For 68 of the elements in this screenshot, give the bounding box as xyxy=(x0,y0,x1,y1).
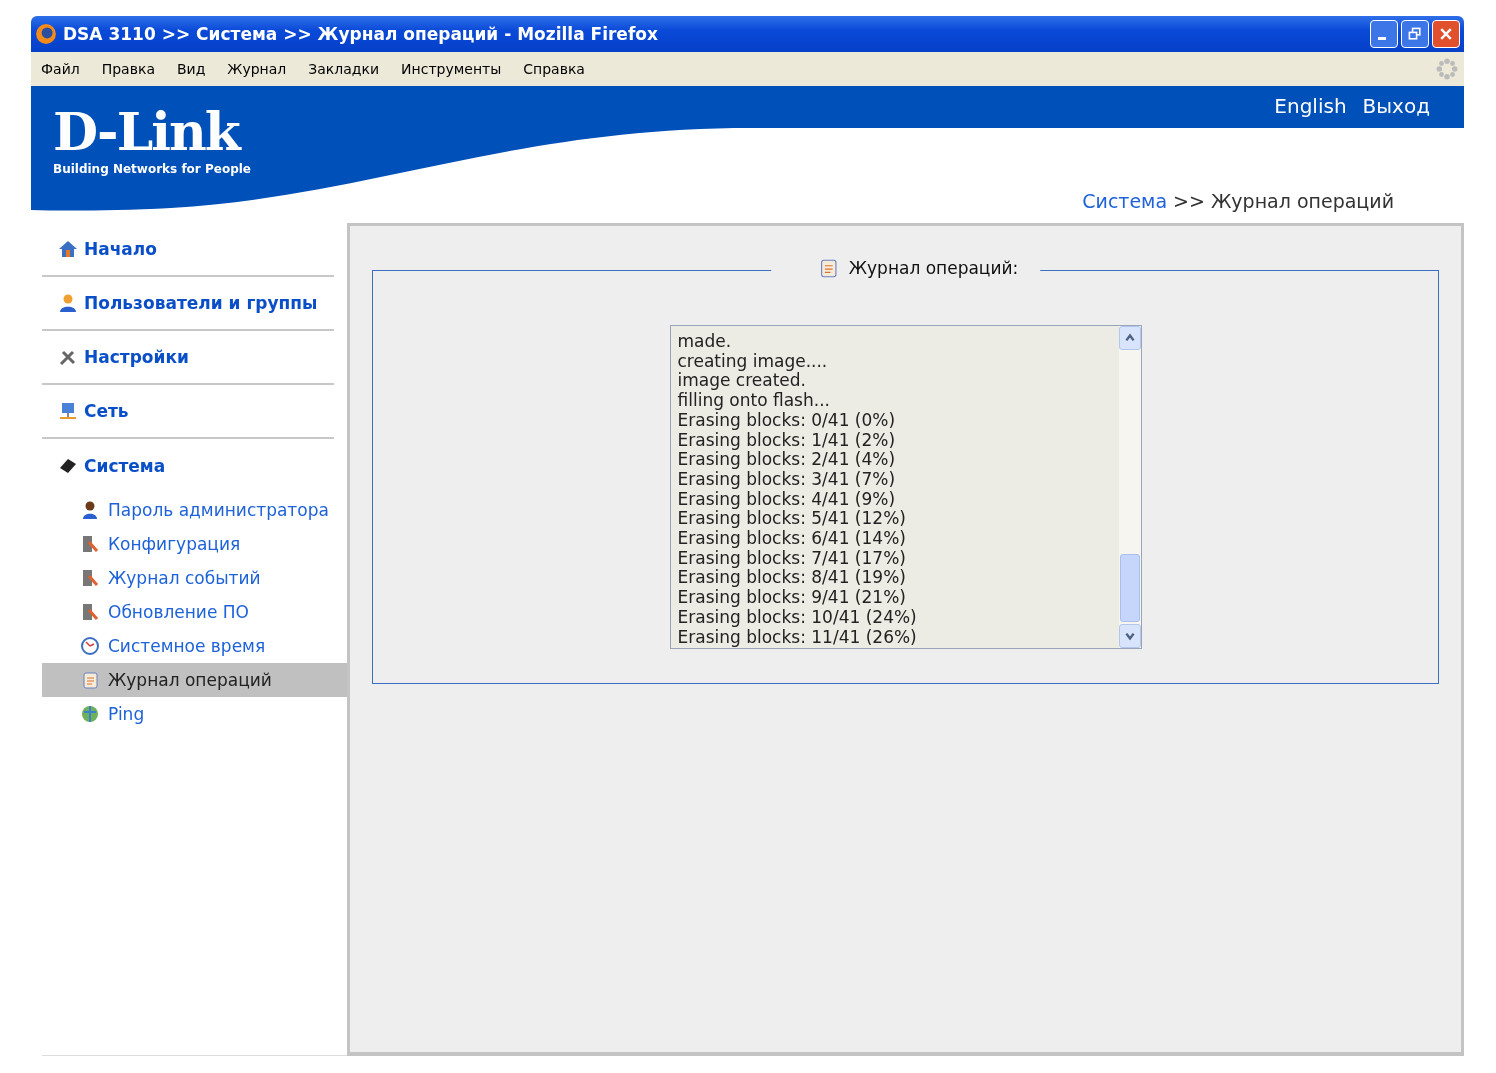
clock-icon xyxy=(80,636,100,656)
log-line: creating image.... xyxy=(677,351,829,372)
document-icon xyxy=(80,568,100,588)
sidebar-subitem[interactable]: Обновление ПО xyxy=(42,595,347,629)
throbber-icon xyxy=(1436,58,1458,80)
sidebar-subitem[interactable]: Конфигурация xyxy=(42,527,347,561)
log-line: Erasing blocks: 10/41 (24%) xyxy=(677,607,918,628)
sidebar-subitem[interactable]: Системное время xyxy=(42,629,347,663)
breadcrumb-current: Журнал операций xyxy=(1210,190,1394,212)
log-line: Erasing blocks: 2/41 (4%) xyxy=(677,450,897,470)
menu-item[interactable]: Закладки xyxy=(308,61,380,77)
log-line: Erasing blocks: 4/41 (9%) xyxy=(677,489,897,510)
log-line: Erasing blocks: 3/41 (7%) xyxy=(677,469,897,490)
sidebar-subitem[interactable]: Журнал операций xyxy=(42,663,347,697)
notepad-icon xyxy=(80,670,100,690)
close-icon xyxy=(1438,26,1454,42)
log-line: Erasing blocks: 6/41 (14%) xyxy=(677,529,907,549)
sidebar-item[interactable]: Сеть xyxy=(42,385,334,439)
log-line: Erasing blocks: 7/41 (17%) xyxy=(677,548,907,569)
sidebar-subitem[interactable]: Пароль администратора xyxy=(42,493,347,527)
computer-icon xyxy=(58,401,78,421)
header-link[interactable]: Выход xyxy=(1362,94,1430,118)
menu-item[interactable]: Справка xyxy=(523,61,585,77)
window-title: DSA 3110 >> Система >> Журнал операций - Mozilla Firefox xyxy=(63,24,659,44)
close-button[interactable] xyxy=(1432,20,1460,48)
minimize-icon xyxy=(1378,36,1386,40)
logo: D-Link xyxy=(53,102,242,162)
document-icon xyxy=(80,602,100,622)
log-line: filling onto flash... xyxy=(677,391,831,411)
sidebar-subitem[interactable]: Ping xyxy=(42,697,347,731)
section-title: Журнал операций: xyxy=(848,258,1019,278)
menu-item[interactable]: Инструменты xyxy=(401,61,502,77)
minimize-button[interactable] xyxy=(1370,20,1398,48)
log-line: Erasing blocks: 9/41 (21%) xyxy=(677,588,907,608)
tagline: Building Networks for People xyxy=(53,162,251,176)
sidebar-item[interactable]: Начало xyxy=(42,223,334,277)
log-line: made. xyxy=(677,332,733,352)
sidebar-item[interactable]: Пользователи и группы xyxy=(42,277,334,331)
log-textarea[interactable] xyxy=(669,325,1142,649)
restore-button[interactable] xyxy=(1401,20,1429,48)
document-icon xyxy=(80,534,100,554)
chevron-down-icon xyxy=(1123,630,1136,642)
log-line: Erasing blocks: 1/41 (2%) xyxy=(677,430,897,451)
log-line: Erasing blocks: 8/41 (19%) xyxy=(677,568,907,589)
globe-icon xyxy=(80,704,100,724)
person-icon xyxy=(58,293,78,313)
scroll-down-button[interactable] xyxy=(1118,624,1141,648)
restore-icon xyxy=(1407,26,1423,42)
chevron-up-icon xyxy=(1123,332,1136,344)
log-line: Erasing blocks: 0/41 (0%) xyxy=(677,410,897,431)
house-icon xyxy=(58,239,78,259)
menu-item[interactable]: Журнал xyxy=(227,61,287,77)
log-line: Erasing blocks: 11/41 (26%) xyxy=(677,627,918,648)
scroll-up-button[interactable] xyxy=(1118,326,1141,350)
breadcrumb-link[interactable]: Система xyxy=(1082,190,1168,212)
scrollbar[interactable] xyxy=(1118,326,1141,648)
header-link[interactable]: English xyxy=(1274,94,1347,118)
person-icon xyxy=(80,500,100,520)
breadcrumb-separator: >> xyxy=(1173,190,1205,212)
log-line: Erasing blocks: 5/41 (12%) xyxy=(677,509,907,530)
log-line: image created. xyxy=(677,371,806,392)
scroll-thumb[interactable] xyxy=(1119,554,1140,622)
sidebar-item[interactable]: Настройки xyxy=(42,331,334,385)
sidebar-subitem[interactable]: Журнал событий xyxy=(42,561,347,595)
menu-item[interactable]: Правка xyxy=(101,61,155,77)
menu-item[interactable]: Вид xyxy=(176,61,206,77)
sidebar-item[interactable]: Система xyxy=(42,439,334,493)
menu-item[interactable]: Файл xyxy=(41,61,80,77)
